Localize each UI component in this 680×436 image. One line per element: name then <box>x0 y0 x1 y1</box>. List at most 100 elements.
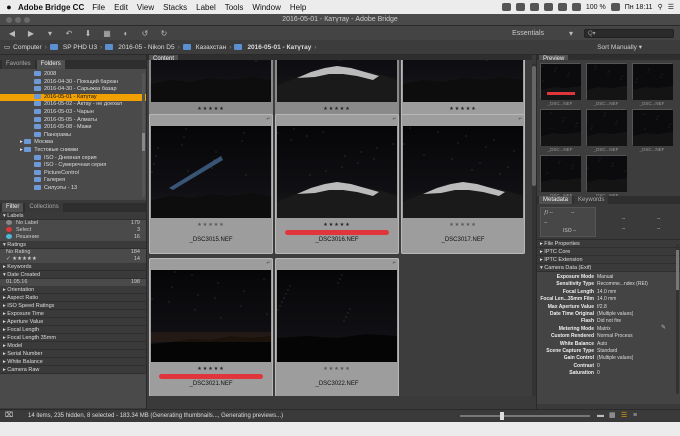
exif-value[interactable]: Matrix <box>597 326 611 333</box>
thumbnail-cell[interactable]: ⌐ ★★★★★ _DSC3015.NEF <box>149 114 273 254</box>
folder-item[interactable]: 2016-04-30 - Поющий бархан <box>0 79 146 87</box>
refine-icon[interactable]: ▦ <box>101 29 113 38</box>
thumbnail-filename[interactable]: _DSC3022.NEF <box>275 381 399 387</box>
breadcrumb-kazakhstan[interactable]: Казахстан <box>196 44 226 51</box>
edit-pencil-icon[interactable]: ✎ <box>661 324 666 331</box>
filter-no-rating[interactable]: No Rating 184 <box>0 249 146 256</box>
exif-value[interactable]: (Multiple values) <box>597 355 633 362</box>
filter-section-date[interactable]: ▾ Date Created <box>0 271 146 279</box>
preview-image[interactable] <box>632 109 673 146</box>
star-rating[interactable]: ★★★★★ <box>149 222 273 228</box>
bluetooth-icon[interactable] <box>557 3 567 11</box>
filter-section[interactable]: ▸ Aspect Ratio <box>0 294 146 302</box>
thumbnail-cell[interactable]: ⌐ ★★★★★ _DSC3022.NEF <box>275 258 399 396</box>
menu-file[interactable]: File <box>92 3 105 12</box>
filter-section[interactable]: ▸ White Balance <box>0 358 146 366</box>
tab-collections[interactable]: Collections <box>25 203 63 212</box>
scrollbar-thumb[interactable] <box>676 250 679 290</box>
folder-item[interactable]: Панорамы <box>0 132 146 140</box>
thumbnail-cell[interactable]: ⌐ ★★★★★ _DSC3021.NEF <box>149 258 273 396</box>
breadcrumb-drive[interactable]: SP PHD U3 <box>63 44 97 51</box>
metadata-section[interactable]: ▸ IPTC Extension <box>537 256 680 264</box>
open-in-camera-raw-icon[interactable]: ◐ <box>120 29 132 38</box>
minimize-window-icon[interactable] <box>15 17 21 23</box>
tray-app-icon[interactable] <box>515 3 525 11</box>
preview-image[interactable] <box>540 109 581 146</box>
clock[interactable]: Пн 18:11 <box>625 4 653 11</box>
star-rating[interactable]: ★★★★★ <box>149 366 273 372</box>
tab-favorites[interactable]: Favorites <box>2 60 35 69</box>
view-thumbnails-icon[interactable]: ▦ <box>609 410 616 422</box>
workspace-menu-icon[interactable]: ▾ <box>565 29 577 38</box>
exif-value[interactable]: Standard <box>597 348 617 355</box>
stack-badge-icon[interactable]: ⌐ <box>392 116 396 122</box>
thumbnail-size-slider[interactable] <box>460 412 590 420</box>
tab-folders[interactable]: Folders <box>36 60 65 69</box>
thumbnail-filename[interactable]: _DSC3016.NEF <box>275 237 399 243</box>
spotlight-icon[interactable]: ⚲ <box>658 3 663 11</box>
folder-item[interactable]: ISO - Сумеречная серия <box>0 162 146 170</box>
filter-section[interactable]: ▸ Focal Length <box>0 326 146 334</box>
sort-menu[interactable]: Sort Manually ▾ <box>597 43 642 51</box>
filter-section-labels[interactable]: ▾ Labels <box>0 212 146 220</box>
folder-item[interactable]: 2016-05-01 - Катүтау <box>0 93 146 102</box>
thumbnail-image[interactable] <box>277 270 397 362</box>
menu-window[interactable]: Window <box>252 3 280 12</box>
breadcrumb-computer[interactable]: Computer <box>13 44 42 51</box>
folder-item[interactable]: ISO - Дневная серия <box>0 155 146 163</box>
star-rating[interactable]: ★★★★★ <box>275 366 399 372</box>
filter-date-item[interactable]: 01.05.16 198 <box>0 279 146 286</box>
filter-five-stars[interactable]: ✓ ★★★★★ 14 <box>0 256 146 263</box>
apple-icon[interactable]: ● <box>0 2 18 12</box>
exif-value[interactable]: f/2.8 <box>597 304 607 311</box>
recent-folders-icon[interactable]: ▾ <box>44 29 56 38</box>
breadcrumb-current[interactable]: 2016-05-01 - Катүтау <box>247 44 311 51</box>
workspace-essentials[interactable]: Essentials <box>512 30 544 37</box>
star-rating[interactable]: ★★★★★ <box>275 106 399 112</box>
folder-item[interactable]: PictureControl <box>0 170 146 178</box>
folder-item[interactable]: ▸ Тестовые снимки <box>0 147 146 155</box>
filter-section[interactable]: ▸ Focal Length 35mm <box>0 334 146 342</box>
filter-section[interactable]: ▸ Model <box>0 342 146 350</box>
menu-help[interactable]: Help <box>290 3 306 12</box>
thumbnail-image[interactable] <box>277 126 397 218</box>
forward-icon[interactable]: ▶ <box>25 29 37 38</box>
view-details-icon[interactable]: ☰ <box>621 410 627 422</box>
folder-item[interactable]: Галерея <box>0 177 146 185</box>
star-rating[interactable]: ★★★★★ <box>149 106 273 112</box>
menu-stacks[interactable]: Stacks <box>163 3 187 12</box>
preview-image[interactable] <box>632 63 673 100</box>
thumbnail-image[interactable] <box>151 126 271 218</box>
exif-value[interactable]: 0 <box>597 370 600 377</box>
filter-label-item[interactable]: No Label 179 <box>0 220 146 227</box>
star-rating[interactable]: ★★★★★ <box>401 222 525 228</box>
thumbnail-image[interactable] <box>277 60 397 102</box>
metadata-section[interactable]: ▸ File Properties <box>537 240 680 248</box>
tray-app-icon[interactable] <box>543 3 553 11</box>
thumbnail-filename[interactable]: _DSC3015.NEF <box>149 237 273 243</box>
filter-label-item[interactable]: Select 3 <box>0 227 146 234</box>
menu-label[interactable]: Label <box>196 3 216 12</box>
preview-image[interactable] <box>586 63 627 100</box>
filter-section[interactable]: ▸ Exposure Time <box>0 310 146 318</box>
thumbnail-filename[interactable]: _DSC3017.NEF <box>401 237 525 243</box>
folder-item[interactable]: 2016-05-02 - Актау - не доехал <box>0 101 146 109</box>
filter-section[interactable]: ▸ ISO Speed Ratings <box>0 302 146 310</box>
grid-lock-icon[interactable]: ▬ <box>597 410 604 422</box>
stack-badge-icon[interactable]: ⌐ <box>266 260 270 266</box>
tab-filter[interactable]: Filter <box>2 203 24 212</box>
thumbnail-filename[interactable]: _DSC3021.NEF <box>149 381 273 387</box>
metadata-section[interactable]: ▸ IPTC Core <box>537 248 680 256</box>
metadata-scrollbar[interactable] <box>676 244 679 394</box>
filter-section[interactable]: ▸ Aperture Value <box>0 318 146 326</box>
tray-app-icon[interactable] <box>529 3 539 11</box>
menu-tools[interactable]: Tools <box>225 3 244 12</box>
exif-value[interactable]: Did not fire <box>597 318 621 325</box>
filter-section-ratings[interactable]: ▾ Ratings <box>0 241 146 249</box>
scrollbar-thumb[interactable] <box>142 133 145 151</box>
folder-item[interactable]: 2016-05-05 - Алматы <box>0 117 146 125</box>
exif-value[interactable]: Recomme...ndex (REI) <box>597 281 648 288</box>
exif-value[interactable]: 14.0 mm <box>597 289 616 296</box>
menu-view[interactable]: View <box>137 3 154 12</box>
thumbnail-cell[interactable]: ⌐ ★★★★★ _DSC3016.NEF <box>275 114 399 254</box>
